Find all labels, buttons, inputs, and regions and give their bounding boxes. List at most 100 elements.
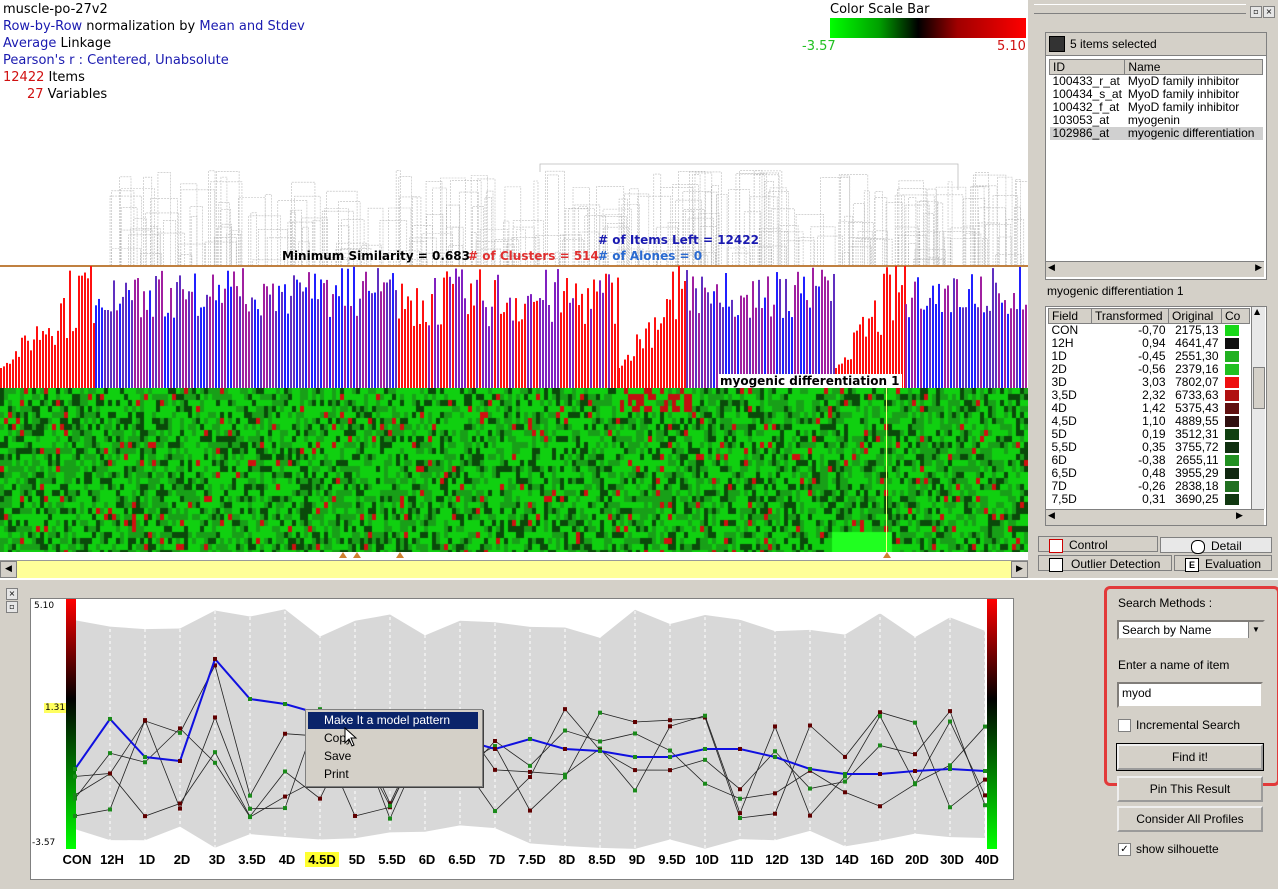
cluster-bar [524,303,526,388]
cluster-bar [104,309,106,388]
profile-point [353,813,357,818]
cluster-bar [173,317,175,388]
search-method-select[interactable]: Search by Name ▼ [1117,620,1265,640]
col-original-header[interactable]: Original [1168,308,1222,324]
find-button[interactable]: Find it! [1116,743,1264,771]
enter-name-label: Enter a name of item [1118,658,1230,672]
detail-field: 5,5D [1051,441,1077,454]
table-row[interactable]: 4,5D 1,10 4889,55 [1049,415,1250,428]
scroll-thumb[interactable] [1253,367,1265,409]
table-row[interactable]: 3D 3,03 7802,07 [1049,376,1250,389]
profile-point [493,738,497,743]
menu-item-print[interactable]: Print [308,766,478,783]
profile-point [528,737,532,741]
scroll-right-icon[interactable]: ▶ [1255,263,1262,273]
cluster-bar [686,270,688,388]
tab-outlier-detection[interactable]: Outlier Detection [1038,555,1172,572]
tab-detail[interactable]: Detail [1160,537,1272,554]
table-row[interactable]: 1D -0,45 2551,30 [1049,350,1250,363]
right-color-bar [987,599,997,849]
consider-all-profiles-button[interactable]: Consider All Profiles [1117,806,1263,832]
dendrogram-branch [769,187,787,266]
y-axis-mid: 1.31 [44,703,67,713]
detail-vscrollbar[interactable]: ▲ [1251,307,1265,509]
dendrogram-branch [539,163,959,190]
table-row[interactable]: 2D -0,56 2379,16 [1049,363,1250,376]
scroll-up-icon[interactable]: ▲ [1254,307,1260,316]
table-row[interactable]: 103053_at myogenin [1050,114,1263,127]
pin-result-button[interactable]: Pin This Result [1117,776,1263,802]
col-name-header[interactable]: Name [1124,59,1263,75]
cluster-bar [533,301,535,388]
col-field-header[interactable]: Field [1048,308,1092,324]
panel-grip[interactable] [1034,4,1246,14]
detail-color-swatch [1222,428,1250,441]
detail-original: 2655,11 [1176,454,1219,467]
cluster-bar [833,273,835,388]
table-row[interactable]: 12H 0,94 4641,47 [1049,337,1250,350]
table-row[interactable]: 3,5D 2,32 6733,63 [1049,389,1250,402]
menu-item-make-model-pattern[interactable]: Make It a model pattern [308,712,478,729]
col-id-header[interactable]: ID [1048,59,1126,75]
search-input[interactable]: myod [1117,682,1263,708]
tab-control[interactable]: Control [1038,536,1158,553]
cluster-bars[interactable] [0,266,1028,388]
dendrogram-branch [216,171,240,266]
cluster-bar [341,268,343,388]
profile-plot[interactable] [31,599,1013,879]
table-row[interactable]: 100432_f_at MyoD family inhibitor [1050,101,1263,114]
tab-evaluation[interactable]: E Evaluation [1174,555,1272,572]
col-transformed-header[interactable]: Transformed [1091,308,1169,324]
cluster-bar [707,292,709,388]
scroll-left-icon[interactable]: ◀ [1048,263,1055,273]
table-row[interactable]: 100433_r_at MyoD family inhibitor [1050,75,1263,89]
show-silhouette-checkbox[interactable]: ✓ [1118,843,1131,856]
chevron-down-icon[interactable]: ▼ [1248,622,1263,638]
table-row[interactable]: 6D -0,38 2655,11 [1049,454,1250,467]
cluster-bar [1004,300,1006,388]
table-row[interactable]: 100434_s_at MyoD family inhibitor [1050,88,1263,101]
restore-icon[interactable]: ▫ [1250,6,1262,18]
restore-icon[interactable]: ▫ [6,601,18,613]
horizontal-scrollbar[interactable]: ◀ ▶ [0,560,1028,578]
incremental-search-checkbox[interactable] [1118,719,1131,732]
scroll-right-icon[interactable]: ▶ [1236,511,1243,521]
profile-point [318,796,322,801]
close-icon[interactable]: × [1263,6,1275,18]
table-row[interactable]: 102986_at myogenic differentiation [1049,127,1263,140]
close-icon[interactable]: × [6,588,18,600]
profile-chart[interactable] [30,598,1014,880]
profile-point [178,730,182,735]
cluster-bar [1001,302,1003,388]
table-row[interactable]: 5,5D 0,35 3755,72 [1049,441,1250,454]
scroll-right-icon[interactable]: ▶ [1011,561,1028,578]
cluster-bar [512,320,514,388]
heatmap[interactable] [0,388,1028,552]
profile-point [528,769,532,774]
cluster-bar [992,268,994,388]
scroll-left-icon[interactable]: ◀ [0,561,17,578]
table-row[interactable]: CON -0,70 2175,13 [1049,324,1250,338]
x-label: 16D [870,852,894,867]
selection-hscrollbar[interactable]: ◀ ▶ [1046,261,1264,277]
cluster-bar [332,294,334,388]
table-row[interactable]: 7D -0,26 2838,18 [1049,480,1250,493]
table-row[interactable]: 6,5D 0,48 3955,29 [1049,467,1250,480]
cluster-bar [257,309,259,388]
cluster-bar [776,272,778,388]
scroll-left-icon[interactable]: ◀ [1048,511,1055,521]
profile-point [213,750,217,755]
col-color-header[interactable]: Co [1221,308,1250,324]
table-row[interactable]: 7,5D 0,31 3690,25 [1049,493,1250,506]
table-row[interactable]: 5D 0,19 3512,31 [1049,428,1250,441]
table-row[interactable]: 4D 1,42 5375,43 [1049,402,1250,415]
cluster-bar [75,327,77,388]
menu-item-copy[interactable]: Copy [308,730,478,747]
menu-item-save[interactable]: Save [308,748,478,765]
save-disk-icon[interactable] [1049,36,1065,52]
context-menu[interactable]: Make It a model pattern Copy Save Print [305,709,483,787]
cluster-view[interactable]: muscle-po-27v2 Row-by-Row normalization … [0,0,1028,560]
detail-hscrollbar[interactable]: ◀ ▶ [1046,509,1264,525]
cluster-bar [666,299,668,388]
profile-point [738,815,742,820]
